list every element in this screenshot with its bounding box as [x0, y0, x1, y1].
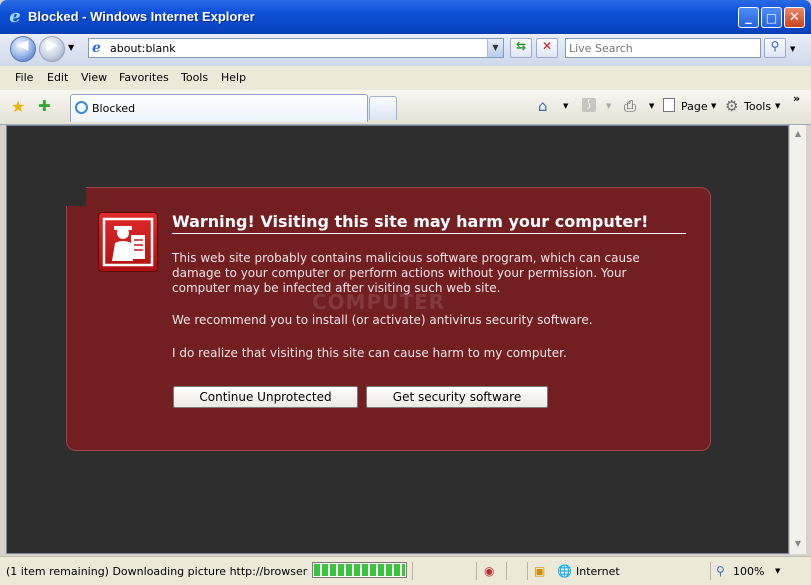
gear-icon[interactable]: ⚙ [725, 97, 738, 115]
maximize-button[interactable]: □ [761, 7, 782, 28]
address-toolbar: ◀ ▶ ▼ e about:blank ▼ ⇆ ✕ ⚲ ▼ [0, 34, 811, 67]
zone-label: Internet [576, 565, 620, 578]
scroll-down-icon[interactable]: ▼ [792, 537, 804, 551]
menu-help[interactable]: Help [221, 71, 246, 84]
page-icon[interactable] [663, 98, 675, 112]
vertical-scrollbar[interactable]: ▲ ▼ [789, 125, 806, 554]
internet-globe-icon: 🌐 [557, 564, 572, 578]
divider [506, 562, 507, 580]
status-bar: (1 item remaining) Downloading picture h… [0, 556, 811, 585]
recommendation-text: We recommend you to install (or activate… [172, 313, 593, 327]
search-input[interactable] [569, 40, 755, 56]
feeds-dropdown-icon[interactable]: ▼ [606, 102, 611, 110]
menu-favorites[interactable]: Favorites [119, 71, 169, 84]
menu-bar: File Edit View Favorites Tools Help [0, 66, 811, 91]
page-dropdown-icon[interactable]: ▼ [711, 102, 716, 110]
refresh-button[interactable]: ⇆ [510, 38, 532, 58]
privacy-eye-icon[interactable]: ◉ [484, 564, 494, 578]
back-button[interactable]: ◀ [10, 36, 36, 62]
new-tab-button[interactable] [369, 96, 397, 120]
feeds-icon[interactable]: ⟆ [582, 98, 596, 112]
search-options-dropdown-icon[interactable]: ▼ [790, 45, 795, 53]
address-dropdown-icon[interactable]: ▼ [487, 39, 503, 57]
search-icon[interactable]: ⚲ [764, 38, 786, 58]
status-text: (1 item remaining) Downloading picture h… [6, 565, 308, 578]
download-progress-bar [312, 562, 407, 578]
forward-button[interactable]: ▶ [39, 36, 65, 62]
window-title: Blocked - Windows Internet Explorer [28, 9, 255, 24]
divider [476, 562, 477, 580]
zoom-dropdown-icon[interactable]: ▼ [775, 567, 780, 575]
scroll-up-icon[interactable]: ▲ [792, 127, 804, 141]
search-field[interactable] [565, 38, 761, 58]
tools-dropdown-icon[interactable]: ▼ [775, 102, 780, 110]
menu-edit[interactable]: Edit [47, 71, 68, 84]
watermark: COMPUTER [312, 290, 446, 314]
menu-tools[interactable]: Tools [181, 71, 208, 84]
tools-menu-label[interactable]: Tools [744, 100, 771, 113]
loading-icon [75, 101, 88, 114]
zoom-icon[interactable]: ⚲ [716, 564, 725, 578]
address-text: about:blank [110, 42, 176, 55]
continue-unprotected-button[interactable]: Continue Unprotected [173, 386, 358, 408]
close-button[interactable]: ✕ [784, 7, 805, 28]
minimize-button[interactable]: _ [738, 7, 759, 28]
page-menu-label[interactable]: Page [681, 100, 708, 113]
print-icon[interactable]: ⎙ [624, 97, 636, 115]
tab-label: Blocked [92, 102, 136, 115]
warning-heading: Warning! Visiting this site may harm you… [172, 212, 686, 234]
get-security-software-button[interactable]: Get security software [366, 386, 548, 408]
progress-fill [314, 564, 405, 576]
panel-corner-notch [66, 187, 86, 206]
favorites-star-icon[interactable]: ★ [11, 97, 25, 116]
title-bar: e Blocked - Windows Internet Explorer _ … [0, 0, 811, 34]
address-field[interactable]: e about:blank ▼ [88, 38, 504, 58]
zoom-level[interactable]: 100% [733, 565, 764, 578]
ie-logo-icon: e [9, 6, 21, 27]
divider [527, 562, 528, 580]
protected-mode-icon[interactable]: ▣ [534, 564, 545, 578]
home-icon[interactable]: ⌂ [538, 97, 548, 115]
recent-pages-dropdown-icon[interactable]: ▼ [68, 43, 74, 52]
menu-view[interactable]: View [81, 71, 107, 84]
add-favorites-icon[interactable]: ✚ [38, 97, 51, 115]
menu-file[interactable]: File [15, 71, 33, 84]
divider [710, 562, 711, 580]
home-dropdown-icon[interactable]: ▼ [563, 102, 568, 110]
security-guard-icon [98, 212, 158, 272]
divider [412, 562, 413, 580]
page-icon: e [92, 40, 101, 56]
tab-bar: ★ ✚ Blocked ⌂ ▼ ⟆ ▼ ⎙ ▼ Page ▼ ⚙ Tools ▼… [0, 90, 811, 125]
tab-blocked[interactable]: Blocked [70, 94, 368, 122]
stop-button[interactable]: ✕ [536, 38, 558, 58]
acknowledgement-text: I do realize that visiting this site can… [172, 346, 567, 360]
print-dropdown-icon[interactable]: ▼ [649, 102, 654, 110]
chevron-more-icon[interactable]: » [793, 92, 800, 105]
